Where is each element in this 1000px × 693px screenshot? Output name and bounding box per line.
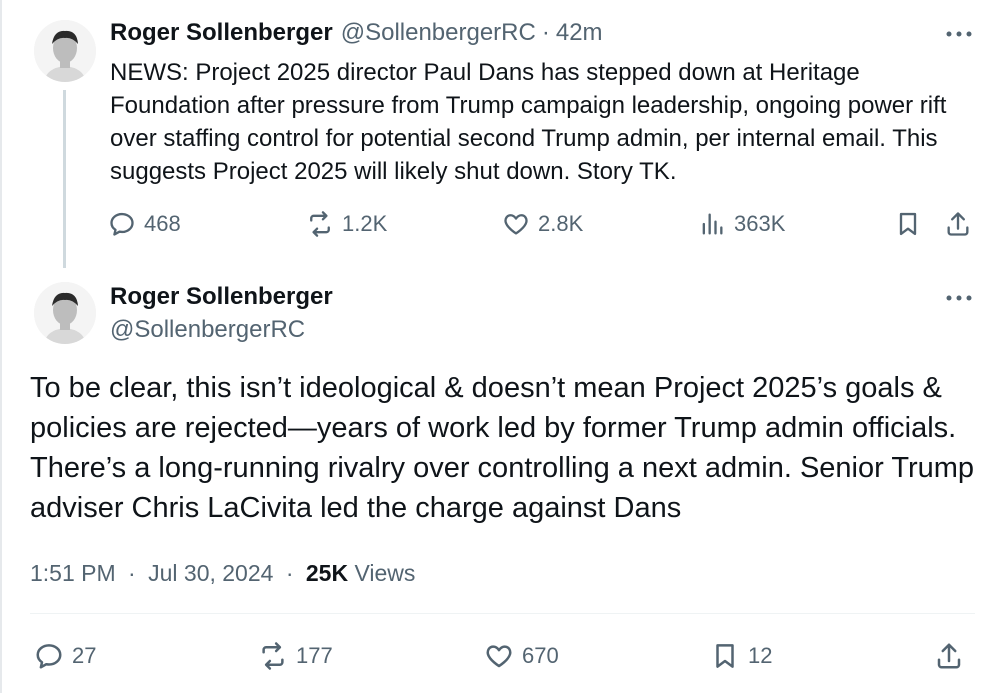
views-button[interactable]: 363K [698, 206, 785, 242]
author-name[interactable]: Roger Sollenberger [110, 281, 333, 313]
bookmark-count: 12 [748, 643, 773, 668]
reply-icon [36, 644, 62, 669]
repost-icon [310, 211, 330, 237]
tweet-text: NEWS: Project 2025 director Paul Dans ha… [110, 59, 947, 185]
repost-icon [262, 642, 284, 670]
views-label: Views [354, 560, 416, 586]
tweet-date[interactable]: Jul 30, 2024 [148, 560, 273, 586]
share-button[interactable] [944, 206, 972, 242]
timestamp[interactable]: 42m [556, 19, 603, 47]
reply-button[interactable]: 27 [34, 638, 96, 674]
bookmark-button[interactable] [894, 206, 922, 242]
thread-connector [63, 90, 66, 268]
like-count: 2.8K [538, 211, 584, 236]
like-count: 670 [522, 643, 559, 668]
like-button[interactable]: 2.8K [502, 206, 583, 242]
reply-icon [110, 212, 134, 236]
share-icon [947, 212, 969, 236]
bookmark-icon [716, 644, 734, 668]
separator: · [128, 560, 136, 586]
tweet-actions: 468 1.2K 2.8K 363K [108, 206, 978, 242]
more-icon [946, 31, 972, 37]
more-icon [946, 295, 972, 301]
heart-icon [486, 645, 512, 668]
views-count: 363K [734, 211, 786, 236]
author-handle[interactable]: @SollenbergerRC [341, 19, 536, 47]
tweet-text: To be clear, this isn’t ideological & do… [30, 372, 975, 524]
separator: · [541, 19, 550, 46]
avatar-photo [34, 20, 96, 82]
avatar-photo [34, 282, 96, 344]
repost-count: 177 [296, 643, 333, 668]
separator: · [285, 560, 294, 586]
avatar[interactable] [34, 20, 96, 82]
more-button[interactable] [944, 288, 974, 308]
author-handle[interactable]: @SollenbergerRC [110, 314, 305, 346]
avatar[interactable] [34, 282, 96, 344]
analytics-icon [702, 213, 723, 235]
like-button[interactable]: 670 [484, 638, 559, 674]
reply-count: 468 [144, 211, 181, 236]
reply-count: 27 [72, 643, 97, 668]
frame-edge [0, 0, 2, 693]
tweet-time[interactable]: 1:51 PM [30, 560, 116, 586]
share-icon [937, 643, 961, 669]
share-button[interactable] [934, 638, 964, 674]
tweet-actions: 27 177 670 12 [30, 638, 980, 678]
heart-icon [504, 214, 528, 235]
more-button[interactable] [944, 24, 974, 44]
repost-button[interactable]: 177 [258, 638, 333, 674]
tweet-meta: 1:51 PM · Jul 30, 2024 · 25K Views [30, 556, 415, 590]
views-count: 25K [305, 560, 349, 586]
tweet-header: Roger Sollenberger @SollenbergerRC · 42m [110, 16, 603, 50]
bookmark-icon [899, 212, 917, 236]
repost-count: 1.2K [342, 211, 388, 236]
bookmark-button[interactable]: 12 [710, 638, 772, 674]
divider [30, 613, 975, 614]
author-name[interactable]: Roger Sollenberger [110, 19, 333, 47]
repost-button[interactable]: 1.2K [306, 206, 387, 242]
reply-button[interactable]: 468 [108, 206, 181, 242]
